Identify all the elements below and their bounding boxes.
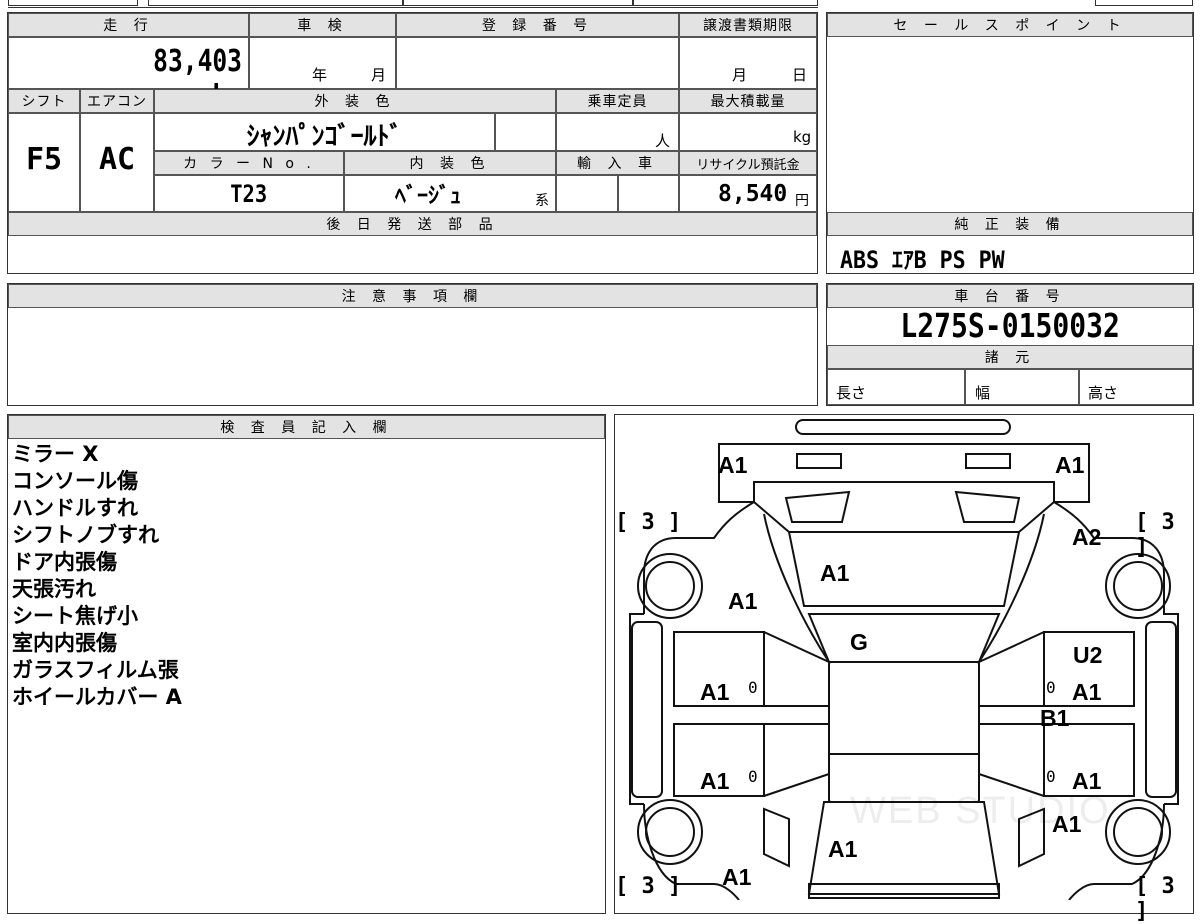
transfer-deadline-header: 譲渡書類期限 (679, 13, 817, 37)
mark-left-fender: A1 (728, 588, 758, 614)
shift-header: シフト (8, 89, 80, 113)
mark-windshield: G (850, 629, 868, 655)
import-cell-2 (618, 175, 679, 212)
notes-header: 注 意 事 項 欄 (8, 284, 817, 308)
interior-color-header: 内 装 色 (344, 151, 556, 175)
inspector-note-line: ホイールカバー A (12, 685, 182, 709)
inspection-header: 車 検 (249, 13, 396, 37)
mark-right-front-door: A1 (1072, 679, 1102, 705)
later-parts-header: 後 日 発 送 部 品 (8, 212, 817, 236)
shift-value: F5 (25, 142, 63, 177)
exterior-color-header: 外 装 色 (154, 89, 556, 113)
interior-color-suffix: 系 (535, 193, 549, 209)
tire-mark-rear-right: [ 3 ] (1135, 874, 1175, 924)
inspector-notes-list: ミラー X コンソール傷 ハンドルすれ シフトノブすれ ドア内張傷 天張汚れ シ… (12, 441, 602, 711)
inspection-month: 月 (371, 66, 387, 84)
specifications-header: 諸 元 (827, 345, 1193, 369)
transfer-day: 日 (792, 66, 808, 84)
aircon-value: AC (98, 142, 136, 177)
inspector-note-line: ミラー X (12, 442, 99, 466)
tire-mark-front-right: [ 3 ] (1135, 510, 1175, 560)
capacity-unit: 人 (655, 132, 671, 150)
mark-right-sill: B1 (1040, 705, 1070, 731)
top-right-cutoff (1095, 0, 1193, 6)
registration-cell (396, 37, 679, 89)
zero-mark-left-rear: 0 (748, 767, 758, 786)
length-label: 長さ (836, 384, 867, 402)
inspector-note-line: ハンドルすれ (12, 496, 138, 520)
height-label: 高さ (1088, 384, 1119, 402)
interior-color-value: ﾍﾞｰｼﾞｭ (395, 184, 462, 209)
zero-mark-left-front: 0 (748, 678, 758, 697)
recycle-header: リサイクル預託金 (679, 151, 817, 175)
mark-front-right: A1 (1055, 452, 1085, 478)
mileage-value: 83,403 km (153, 44, 242, 114)
aircon-header: エアコン (80, 89, 154, 113)
color-no-header: カ ラ ー N o . (154, 151, 344, 175)
color-no-value: T23 (230, 180, 268, 208)
mark-right-front-door-top: U2 (1073, 642, 1103, 668)
inspection-year: 年 (312, 66, 328, 84)
inspector-note-line: コンソール傷 (12, 469, 138, 493)
inspector-header: 検 査 員 記 入 欄 (8, 415, 605, 439)
chassis-number-value: L275S-0150032 (900, 306, 1120, 345)
inspector-note-line: ガラスフィルム張 (12, 658, 179, 682)
max-load-header: 最大積載量 (679, 89, 817, 113)
mark-left-rear: A1 (722, 864, 752, 890)
mark-roof-rear: A1 (828, 836, 858, 862)
inspector-note-line: 室内内張傷 (12, 631, 117, 655)
mark-right-fender: A2 (1072, 524, 1102, 550)
mark-right-rear-door: A1 (1072, 768, 1102, 794)
inspector-note-line: 天張汚れ (12, 577, 96, 601)
mark-right-rear-quarter: A1 (1052, 811, 1082, 837)
recycle-unit: 円 (795, 193, 809, 209)
standard-equipment-header: 純 正 装 備 (827, 212, 1193, 236)
width-label: 幅 (975, 384, 991, 402)
mark-left-rear-door: A1 (700, 768, 730, 794)
zero-mark-right-rear: 0 (1046, 767, 1056, 786)
standard-equipment-value: ABS ｴｱB PS PW (840, 246, 1005, 274)
tire-mark-front-left: [ 3 ] (615, 510, 682, 535)
exterior-color-value: ｼｬﾝﾊﾟﾝｺﾞｰﾙﾄﾞ (246, 122, 403, 152)
mark-hood: A1 (820, 560, 850, 586)
registration-header: 登 録 番 号 (396, 13, 679, 37)
exterior-color-extra (495, 113, 556, 151)
zero-mark-right-front: 0 (1046, 678, 1056, 697)
import-header: 輸 入 車 (556, 151, 679, 175)
mark-left-front-door: A1 (700, 679, 730, 705)
max-load-unit: kg (793, 128, 812, 146)
recycle-value: 8,540 (718, 181, 788, 207)
mileage-header: 走 行 (8, 13, 249, 37)
import-cell-1 (556, 175, 618, 212)
sales-point-header: セ ー ル ス ポ イ ン ト (827, 13, 1193, 37)
inspector-note-line: ドア内張傷 (12, 550, 117, 574)
inspector-note-line: シフトノブすれ (12, 523, 159, 547)
transfer-month: 月 (732, 66, 748, 84)
tire-mark-rear-left: [ 3 ] (615, 874, 682, 899)
capacity-header: 乗車定員 (556, 89, 679, 113)
inspector-note-line: シート焦げ小 (12, 604, 138, 628)
top-cutoff-strip (8, 0, 818, 8)
chassis-number-header: 車 台 番 号 (827, 284, 1193, 308)
mark-front-left: A1 (718, 452, 748, 478)
